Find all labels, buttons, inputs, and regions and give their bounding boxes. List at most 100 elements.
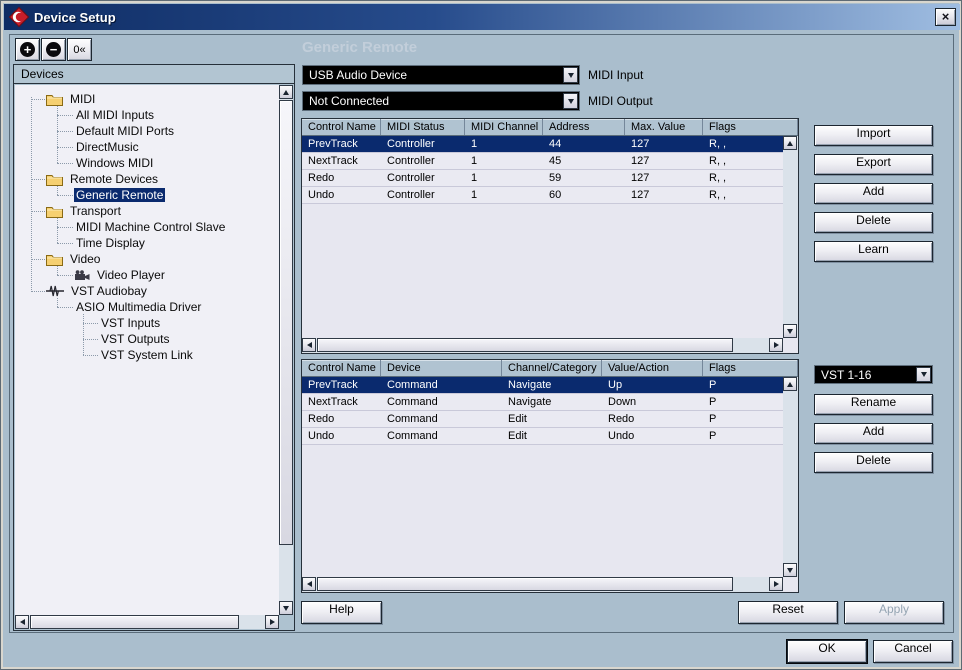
table-row[interactable]: UndoCommandEditUndoP	[302, 428, 783, 445]
tree-item-midi[interactable]: MIDI	[15, 91, 279, 107]
table-row[interactable]: UndoController160127R, ,	[302, 187, 783, 204]
tree-item-directmusic[interactable]: DirectMusic	[15, 139, 279, 155]
table-body: PrevTrackCommandNavigateUpPNextTrackComm…	[302, 377, 783, 445]
table-cell: R, ,	[703, 153, 783, 169]
table-cell: Controller	[381, 187, 465, 203]
table-vertical-scrollbar[interactable]	[783, 136, 798, 338]
export-button[interactable]: Export	[814, 154, 933, 175]
scroll-down-button[interactable]	[783, 563, 797, 577]
scroll-right-button[interactable]	[769, 338, 783, 352]
devices-tree: MIDIAll MIDI InputsDefault MIDI PortsDir…	[15, 85, 279, 615]
devices-horizontal-scrollbar[interactable]	[15, 615, 279, 629]
tree-item-time-display[interactable]: Time Display	[15, 235, 279, 251]
devices-panel-header: Devices	[14, 65, 294, 84]
tree-item-label: Video	[68, 252, 102, 266]
table-cell: Redo	[302, 170, 381, 186]
chevron-down-icon[interactable]	[916, 367, 931, 382]
scroll-up-button[interactable]	[783, 377, 797, 391]
bank-select[interactable]: VST 1-16	[814, 365, 933, 384]
cancel-button[interactable]: Cancel	[873, 640, 953, 663]
add-control-button[interactable]: Add	[814, 183, 933, 204]
scroll-right-button[interactable]	[769, 577, 783, 591]
down-arrow-icon	[568, 99, 574, 104]
down-arrow-icon	[568, 73, 574, 78]
scroll-down-button[interactable]	[279, 601, 293, 615]
tree-item-windows-midi[interactable]: Windows MIDI	[15, 155, 279, 171]
chevron-down-icon[interactable]	[563, 93, 578, 109]
tree-item-generic-remote[interactable]: Generic Remote	[15, 187, 279, 203]
apply-button[interactable]: Apply	[844, 601, 944, 624]
reset-all-button[interactable]: 0«	[67, 38, 92, 61]
scroll-up-button[interactable]	[279, 85, 293, 99]
scroll-left-button[interactable]	[302, 338, 316, 352]
column-header[interactable]: Max. Value	[625, 119, 703, 135]
help-button[interactable]: Help	[301, 601, 382, 624]
scroll-down-button[interactable]	[783, 324, 797, 338]
column-header[interactable]: Address	[543, 119, 625, 135]
scroll-left-button[interactable]	[15, 615, 29, 629]
column-header[interactable]: MIDI Channel	[465, 119, 543, 135]
tree-item-midi-machine-control-slave[interactable]: MIDI Machine Control Slave	[15, 219, 279, 235]
tree-item-video[interactable]: Video	[15, 251, 279, 267]
column-header[interactable]: Flags	[703, 360, 798, 376]
tree-item-vst-outputs[interactable]: VST Outputs	[15, 331, 279, 347]
table-row[interactable]: NextTrackCommandNavigateDownP	[302, 394, 783, 411]
column-header[interactable]: Channel/Category	[502, 360, 602, 376]
column-header[interactable]: Flags	[703, 119, 798, 135]
import-button[interactable]: Import	[814, 125, 933, 146]
learn-button[interactable]: Learn	[814, 241, 933, 262]
tree-item-default-midi-ports[interactable]: Default MIDI Ports	[15, 123, 279, 139]
column-header[interactable]: Value/Action	[602, 360, 703, 376]
table-vertical-scrollbar[interactable]	[783, 377, 798, 577]
delete-bank-button[interactable]: Delete	[814, 452, 933, 473]
column-header[interactable]: Control Name	[302, 119, 381, 135]
add-bank-button[interactable]: Add	[814, 423, 933, 444]
tree-item-vst-inputs[interactable]: VST Inputs	[15, 315, 279, 331]
chevron-down-icon[interactable]	[563, 67, 578, 83]
scroll-left-button[interactable]	[302, 577, 316, 591]
ok-button[interactable]: OK	[787, 640, 867, 663]
audiobay-icon	[46, 285, 64, 297]
scrollbar-thumb[interactable]	[317, 338, 733, 352]
reset-button[interactable]: Reset	[738, 601, 838, 624]
add-device-button[interactable]: +	[15, 38, 40, 61]
table-horizontal-scrollbar[interactable]	[302, 338, 783, 353]
tree-item-vst-audiobay[interactable]: VST Audiobay	[15, 283, 279, 299]
rename-bank-button[interactable]: Rename	[814, 394, 933, 415]
table-row[interactable]: NextTrackController145127R, ,	[302, 153, 783, 170]
scrollbar-thumb[interactable]	[30, 615, 239, 629]
tree-item-all-midi-inputs[interactable]: All MIDI Inputs	[15, 107, 279, 123]
midi-output-select[interactable]: Not Connected	[302, 91, 580, 111]
column-header[interactable]: Device	[381, 360, 502, 376]
table-horizontal-scrollbar[interactable]	[302, 577, 783, 592]
table-row[interactable]: RedoController159127R, ,	[302, 170, 783, 187]
remove-device-button[interactable]: −	[41, 38, 66, 61]
table-row[interactable]: RedoCommandEditRedoP	[302, 411, 783, 428]
tree-item-label: ASIO Multimedia Driver	[74, 300, 203, 314]
scrollbar-thumb[interactable]	[317, 577, 733, 591]
close-button[interactable]: ×	[935, 8, 956, 26]
table-row[interactable]: PrevTrackCommandNavigateUpP	[302, 377, 783, 394]
scrollbar-thumb[interactable]	[279, 100, 293, 545]
tree-item-remote-devices[interactable]: Remote Devices	[15, 171, 279, 187]
folder-icon	[46, 93, 63, 106]
table-cell: Up	[602, 377, 703, 393]
table-cell: Undo	[602, 428, 703, 444]
midi-input-select[interactable]: USB Audio Device	[302, 65, 580, 85]
tree-item-video-player[interactable]: Video Player	[15, 267, 279, 283]
delete-control-button[interactable]: Delete	[814, 212, 933, 233]
left-arrow-icon	[307, 342, 312, 348]
scroll-right-button[interactable]	[265, 615, 279, 629]
scroll-up-button[interactable]	[783, 136, 797, 150]
table-body: PrevTrackController144127R, ,NextTrackCo…	[302, 136, 783, 204]
table-cell: Controller	[381, 170, 465, 186]
tree-item-asio-multimedia-driver[interactable]: ASIO Multimedia Driver	[15, 299, 279, 315]
table-cell: Command	[381, 394, 502, 410]
devices-vertical-scrollbar[interactable]	[279, 85, 293, 615]
table-row[interactable]: PrevTrackController144127R, ,	[302, 136, 783, 153]
tree-item-transport[interactable]: Transport	[15, 203, 279, 219]
column-header[interactable]: MIDI Status	[381, 119, 465, 135]
table-cell: R, ,	[703, 136, 783, 152]
column-header[interactable]: Control Name	[302, 360, 381, 376]
tree-item-vst-system-link[interactable]: VST System Link	[15, 347, 279, 363]
